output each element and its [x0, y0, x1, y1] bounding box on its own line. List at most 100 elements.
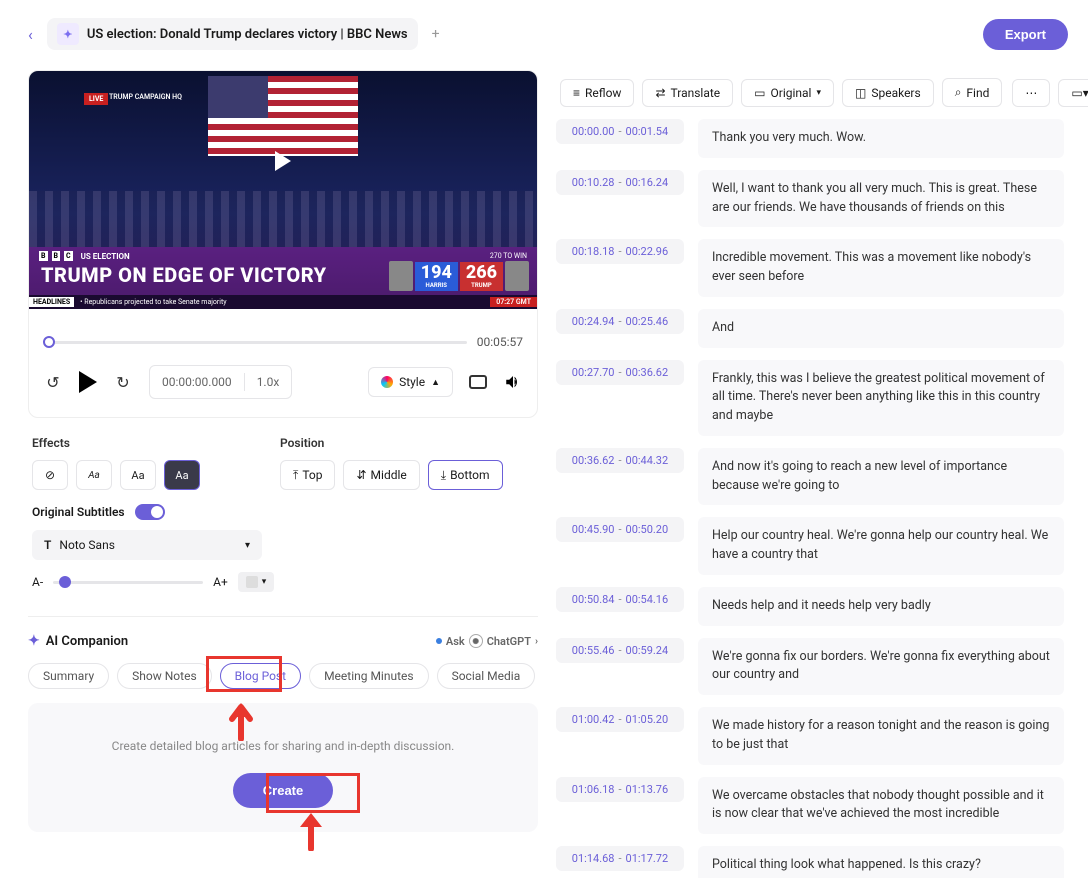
export-button[interactable]: Export — [983, 19, 1068, 50]
transcript-row[interactable]: 00:55.46-00:59.24 We're gonna fix our bor… — [556, 638, 1064, 696]
transcript-time[interactable]: 00:00.00-00:01.54 — [556, 119, 684, 144]
transcript-text[interactable]: Well, I want to thank you all very much.… — [698, 170, 1064, 228]
transcript-text[interactable]: And — [698, 309, 1064, 348]
font-name: Noto Sans — [59, 538, 115, 552]
ticker-time: 07:27 GMT — [490, 297, 537, 307]
transcript-text[interactable]: We overcame obstacles that nobody though… — [698, 777, 1064, 835]
transcript-text[interactable]: We're gonna fix our borders. We're gonna… — [698, 638, 1064, 696]
transcript-row[interactable]: 00:18.18-00:22.96 Incredible movement. Th… — [556, 239, 1064, 297]
effects-panel: Effects ⊘ Aa Aa Aa Position ⤒Top ⇵Middle… — [28, 424, 538, 592]
effect-none-button[interactable]: ⊘ — [32, 460, 68, 490]
bbc-logo: C — [64, 251, 73, 261]
transcript-time[interactable]: 01:14.68-01:17.72 — [556, 846, 684, 871]
position-bottom-button[interactable]: ⤓Bottom — [428, 460, 503, 490]
chatgpt-icon: ✺ — [469, 634, 483, 648]
speakers-button[interactable]: ◫Speakers — [842, 79, 934, 107]
transcript-time[interactable]: 01:06.18-01:13.76 — [556, 777, 684, 802]
live-badge: LIVE — [84, 93, 108, 105]
font-size-slider[interactable] — [53, 581, 203, 584]
trump-score: 266 — [466, 264, 497, 282]
transcript-time[interactable]: 00:24.94-00:25.46 — [556, 309, 684, 334]
ai-tab-social-media[interactable]: Social Media — [437, 663, 536, 689]
original-subtitles-label: Original Subtitles — [32, 505, 125, 519]
ai-tab-show-notes[interactable]: Show Notes — [117, 663, 211, 689]
transcript-time[interactable]: 00:36.62-00:44.32 — [556, 448, 684, 473]
view-mode-button[interactable]: ▭▾ — [1058, 79, 1088, 107]
original-dropdown[interactable]: ▭Original▾ — [741, 79, 834, 107]
ai-tab-meeting-minutes[interactable]: Meeting Minutes — [309, 663, 429, 689]
transcript-row[interactable]: 00:36.62-00:44.32 And now it's going to r… — [556, 448, 1064, 506]
transcript-text[interactable]: And now it's going to reach a new level … — [698, 448, 1064, 506]
timecode-input[interactable]: 00:00:00.000 1.0x — [149, 365, 292, 399]
effects-label: Effects — [32, 436, 200, 450]
timeline-slider[interactable] — [43, 341, 467, 344]
duration-label: 00:05:57 — [477, 335, 523, 349]
font-color-select[interactable]: ▾ — [238, 572, 275, 592]
transcript-time[interactable]: 00:10.28-00:16.24 — [556, 170, 684, 195]
transcript-row[interactable]: 01:00.42-01:05.20 We made history for a r… — [556, 707, 1064, 765]
annotation-arrow-icon — [296, 811, 326, 851]
video-player[interactable]: LIVE TRUMP CAMPAIGN HQ B B C US ELECTION… — [29, 71, 537, 309]
reflow-button[interactable]: ≡Reflow — [560, 79, 634, 107]
transcript-text[interactable]: Help our country heal. We're gonna help … — [698, 517, 1064, 575]
style-icon — [381, 376, 393, 388]
transcript-time[interactable]: 01:00.42-01:05.20 — [556, 707, 684, 732]
ticker-label: HEADLINES — [29, 297, 74, 307]
transcript-row[interactable]: 00:10.28-00:16.24 Well, I want to thank y… — [556, 170, 1064, 228]
transcript-text[interactable]: Thank you very much. Wow. — [698, 119, 1064, 158]
transcript-time[interactable]: 00:27.70-00:36.62 — [556, 360, 684, 385]
transcript-row[interactable]: 00:50.84-00:54.16 Needs help and it needs… — [556, 587, 1064, 626]
original-subtitles-toggle[interactable] — [135, 504, 165, 520]
back-button[interactable]: ‹ — [28, 25, 33, 44]
ai-tab-blog-post[interactable]: Blog Post — [220, 663, 301, 689]
transcript-row[interactable]: 00:45.90-00:50.20 Help our country heal. … — [556, 517, 1064, 575]
find-button[interactable]: ⌕Find — [942, 78, 1003, 107]
play-button[interactable] — [79, 371, 97, 393]
trump-label: TRUMP — [466, 282, 497, 289]
harris-score: 194 — [421, 264, 452, 282]
volume-icon[interactable] — [503, 372, 523, 392]
add-tab-button[interactable]: + — [426, 24, 446, 44]
transcript-text[interactable]: We made history for a reason tonight and… — [698, 707, 1064, 765]
location-label: TRUMP CAMPAIGN HQ — [109, 93, 182, 101]
ai-companion-panel: ✦ AI Companion Ask ✺ ChatGPT › Summary S… — [28, 616, 538, 832]
transcript-time[interactable]: 00:45.90-00:50.20 — [556, 517, 684, 542]
speed-value[interactable]: 1.0x — [257, 375, 280, 389]
flag-icon — [189, 71, 377, 161]
transcript-time[interactable]: 00:55.46-00:59.24 — [556, 638, 684, 663]
transcript-row[interactable]: 01:06.18-01:13.76 We overcame obstacles t… — [556, 777, 1064, 835]
position-middle-button[interactable]: ⇵Middle — [343, 460, 419, 490]
page-title: US election: Donald Trump declares victo… — [87, 27, 408, 42]
fullscreen-icon[interactable] — [469, 375, 487, 389]
ai-tab-summary[interactable]: Summary — [28, 663, 109, 689]
chyron: B B C US ELECTION 270 TO WIN TRUMP ON ED… — [29, 247, 537, 309]
ask-chatgpt-button[interactable]: Ask ✺ ChatGPT › — [436, 634, 538, 648]
transcript-text[interactable]: Incredible movement. This was a movement… — [698, 239, 1064, 297]
crowd-image — [29, 191, 537, 251]
style-dropdown[interactable]: Style ▲ — [368, 367, 453, 397]
transcript-list[interactable]: 00:00.00-00:01.54 Thank you very much. Wo… — [556, 119, 1070, 878]
rewind-icon[interactable]: ↺ — [43, 372, 63, 392]
transcript-row[interactable]: 00:27.70-00:36.62 Frankly, this was I bel… — [556, 360, 1064, 436]
effect-style1-button[interactable]: Aa — [76, 460, 112, 490]
transcript-text[interactable]: Frankly, this was I believe the greatest… — [698, 360, 1064, 436]
more-button[interactable]: ⋯ — [1012, 79, 1050, 107]
position-label: Position — [280, 436, 534, 450]
transcript-time[interactable]: 00:18.18-00:22.96 — [556, 239, 684, 264]
translate-button[interactable]: ⇄Translate — [642, 79, 733, 107]
forward-icon[interactable]: ↻ — [113, 372, 133, 392]
effect-style2-button[interactable]: Aa — [120, 460, 156, 490]
transcript-row[interactable]: 01:14.68-01:17.72 Political thing look wh… — [556, 846, 1064, 878]
transcript-time[interactable]: 00:50.84-00:54.16 — [556, 587, 684, 612]
harris-label: HARRIS — [421, 282, 452, 289]
play-overlay-icon[interactable] — [275, 151, 291, 171]
transcript-row[interactable]: 00:24.94-00:25.46 And — [556, 309, 1064, 348]
transcript-row[interactable]: 00:00.00-00:01.54 Thank you very much. Wo… — [556, 119, 1064, 158]
create-button[interactable]: Create — [233, 773, 333, 808]
effect-style3-button[interactable]: Aa — [164, 460, 200, 490]
chevron-down-icon: ▾ — [245, 540, 250, 551]
transcript-text[interactable]: Political thing look what happened. Is t… — [698, 846, 1064, 878]
font-select[interactable]: T Noto Sans ▾ — [32, 530, 262, 560]
position-top-button[interactable]: ⤒Top — [280, 460, 335, 490]
transcript-text[interactable]: Needs help and it needs help very badly — [698, 587, 1064, 626]
